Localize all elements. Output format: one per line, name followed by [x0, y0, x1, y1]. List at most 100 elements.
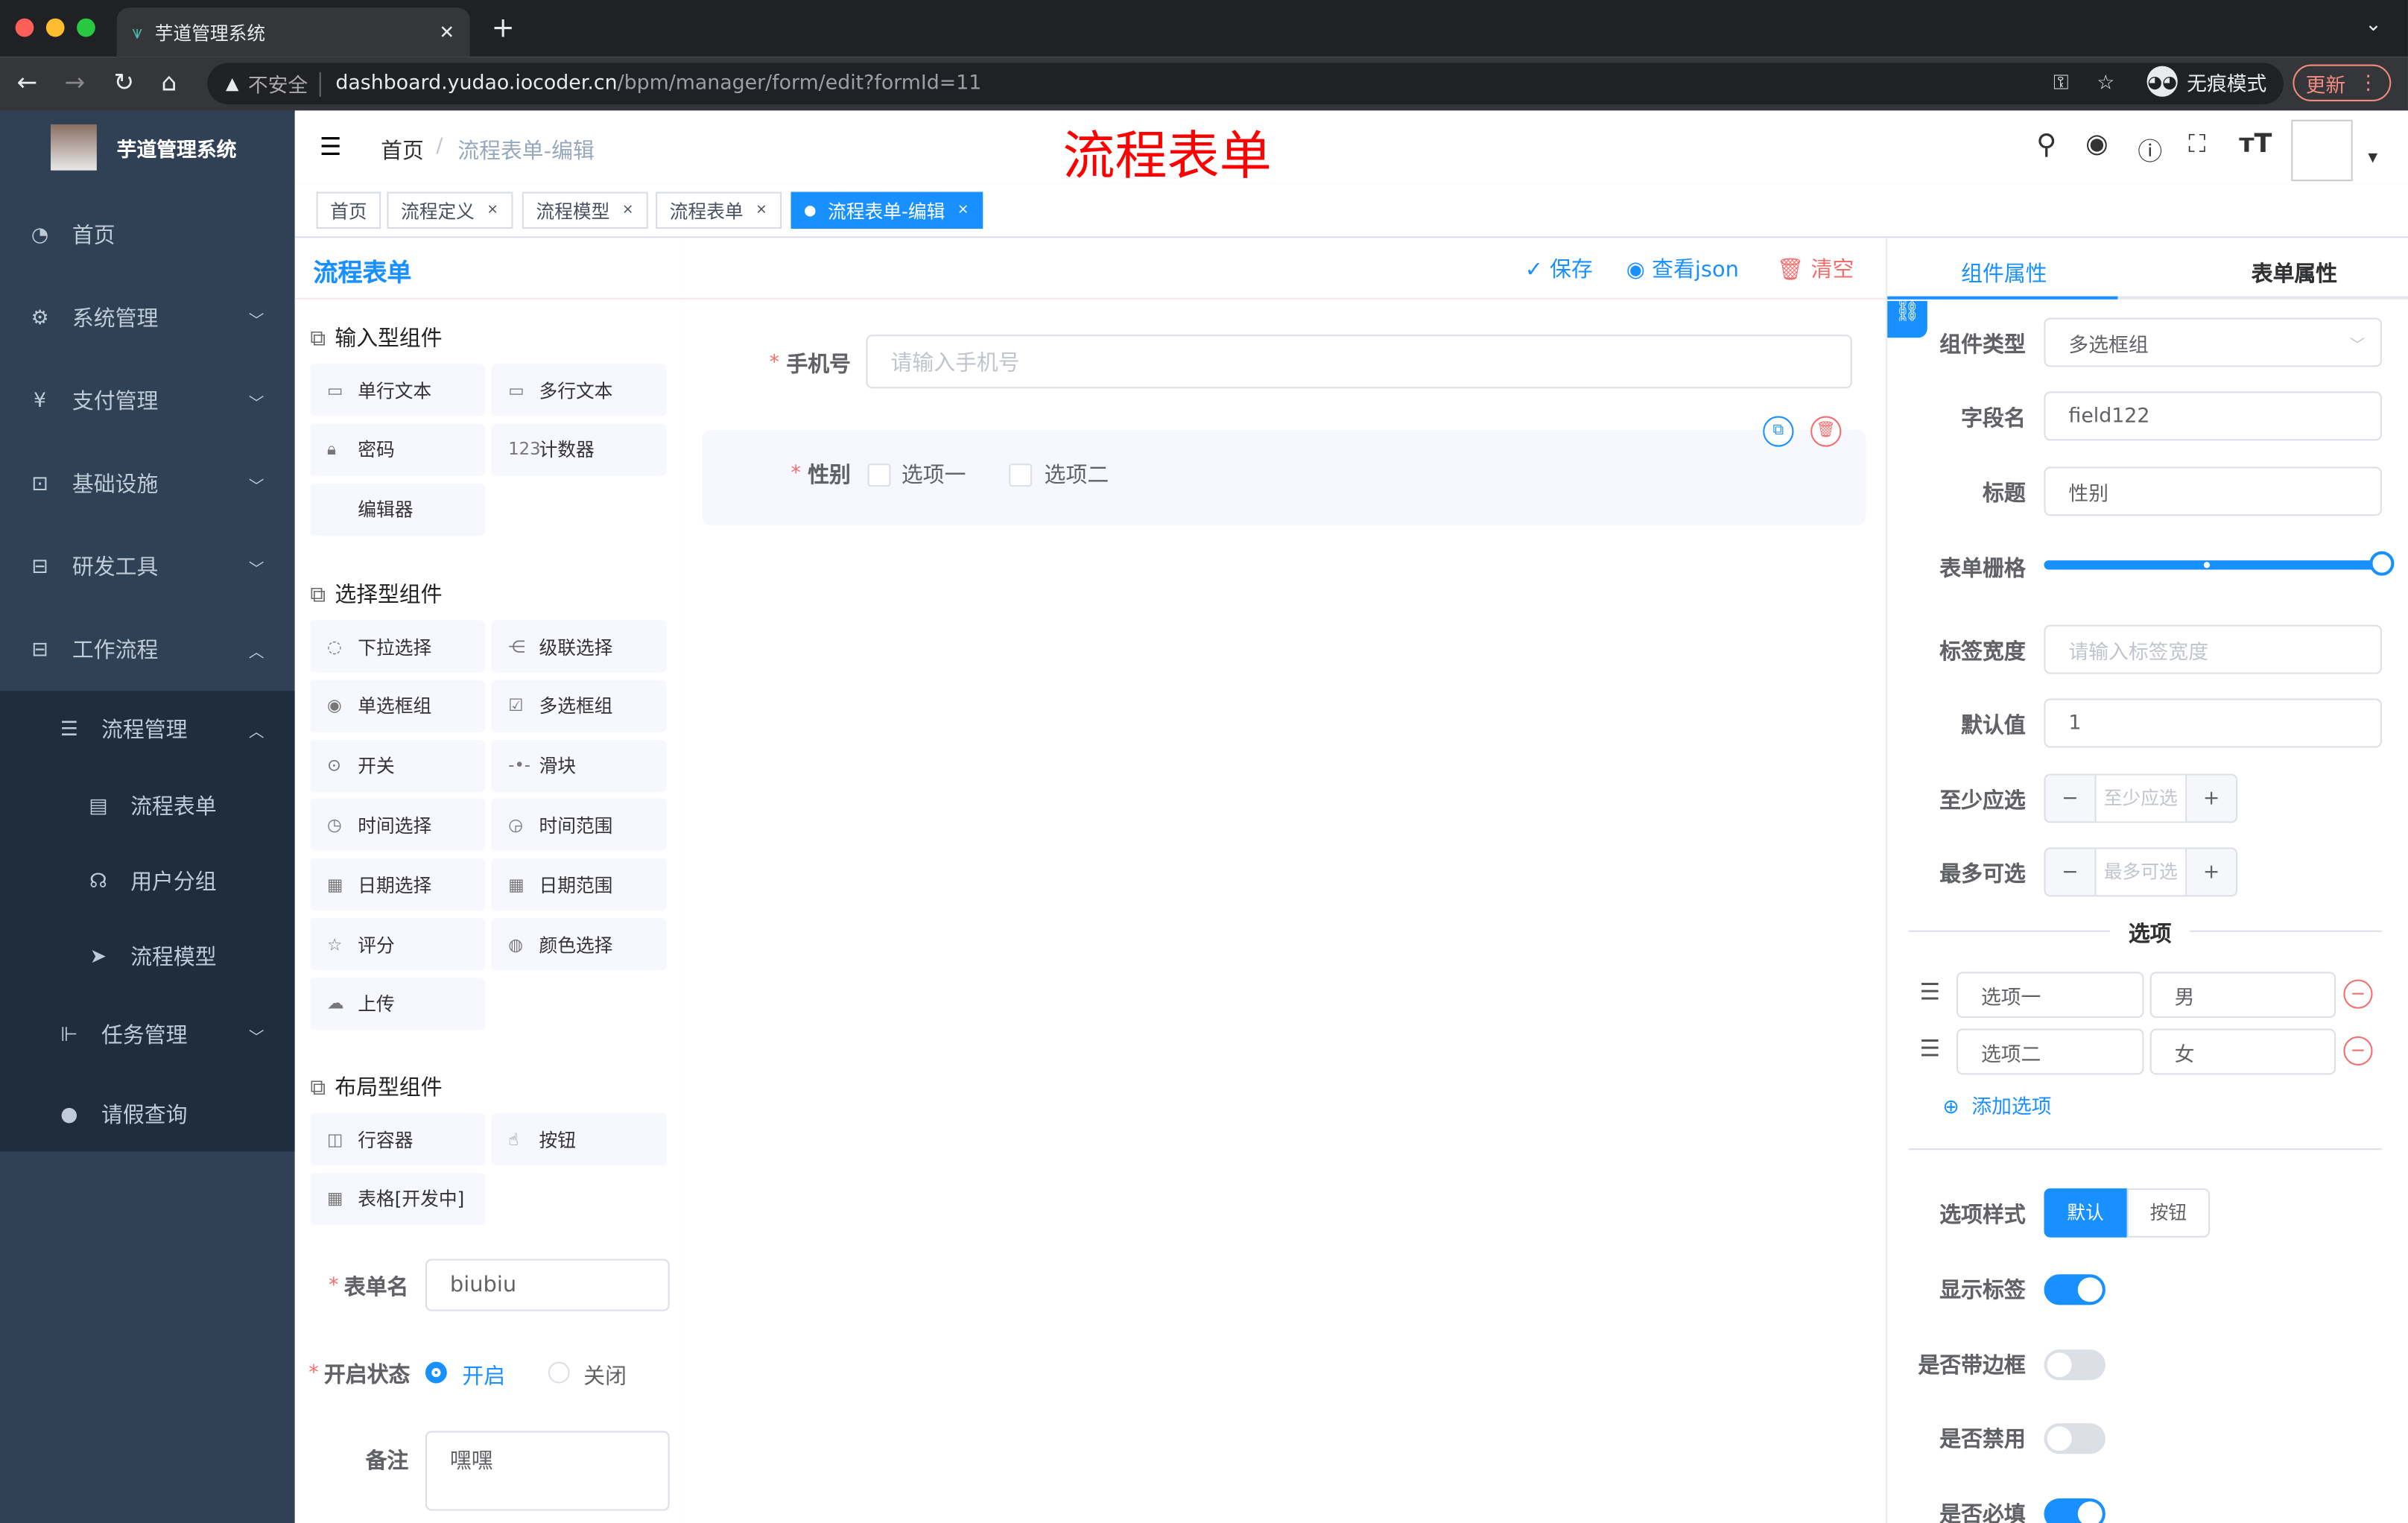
browser-tab[interactable]: ⩛ 芋道管理系统 ✕	[116, 7, 470, 57]
sidebar-item[interactable]: ⊟ 研发工具 ﹀	[0, 525, 295, 608]
tab-component-props[interactable]: 组件属性	[1961, 258, 2047, 288]
prop-input[interactable]: 请输入标签宽度	[2044, 624, 2382, 674]
sidebar-subitem[interactable]: ➤ 流程模型	[0, 918, 295, 995]
component-button[interactable]: ◍ 颜色选择	[491, 918, 667, 971]
style-button-button[interactable]: 按钮	[2126, 1188, 2211, 1238]
copy-field-icon[interactable]: ⧉	[1763, 416, 1794, 447]
status-on-label[interactable]: 开启	[462, 1361, 505, 1391]
reload-icon[interactable]: ↻	[114, 68, 135, 97]
close-tab-icon[interactable]: ✕	[439, 22, 454, 43]
component-button[interactable]: 🔒︎ 密码	[310, 423, 486, 476]
phone-input[interactable]: 请输入手机号	[866, 335, 1852, 389]
font-size-icon[interactable]: ᴛT	[2239, 129, 2272, 159]
component-button[interactable]: ☁ 上传	[310, 978, 486, 1030]
style-default-button[interactable]: 默认	[2044, 1188, 2127, 1238]
status-off-radio[interactable]	[548, 1361, 570, 1384]
key-icon[interactable]: ⚿	[2053, 72, 2068, 95]
component-button[interactable]: 123 计数器	[491, 423, 667, 476]
component-button[interactable]: ☑ 多选框组	[491, 680, 667, 732]
incognito-indicator[interactable]: ◕◕ 无痕模式	[2146, 66, 2266, 97]
form-name-input[interactable]: biubiu	[425, 1258, 670, 1311]
close-tag-icon[interactable]: ×	[957, 203, 969, 218]
option-value-input[interactable]: 男	[2149, 972, 2336, 1019]
sidebar-item[interactable]: ⊡ 基础设施 ﹀	[0, 442, 295, 525]
component-button[interactable]: ☆ 评分	[310, 918, 486, 971]
tag-item[interactable]: 流程定义 ×	[387, 191, 513, 229]
sidebar-subitem[interactable]: ☰ 流程管理 ︿	[0, 691, 295, 767]
component-button[interactable]: ◶ 时间范围	[491, 799, 667, 852]
component-button[interactable]: 编辑器	[310, 483, 486, 536]
home-icon[interactable]: ⌂	[161, 68, 177, 97]
tag-item[interactable]: 流程模型 ×	[522, 191, 647, 229]
component-button[interactable]: -•- 滑块	[491, 739, 667, 792]
grid-span-slider[interactable]	[2044, 551, 2395, 576]
toggle-switch[interactable]	[2044, 1423, 2106, 1454]
sidebar-item[interactable]: ⚙ 系统管理 ﹀	[0, 276, 295, 359]
component-button[interactable]: ☝ 按钮	[491, 1112, 667, 1165]
status-off-label[interactable]: 关闭	[583, 1361, 627, 1391]
remove-option-icon[interactable]: −	[2343, 979, 2373, 1009]
user-avatar[interactable]	[2291, 119, 2353, 182]
close-tag-icon[interactable]: ×	[487, 203, 498, 218]
selected-field-gender[interactable]: * 性别 选项一 选项二	[701, 429, 1866, 525]
number-stepper[interactable]: − 最多可选 +	[2044, 847, 2238, 897]
drag-handle-icon[interactable]: ☰	[1920, 1035, 1941, 1063]
breadcrumb-home[interactable]: 首页	[381, 135, 424, 165]
checkbox-option-2[interactable]	[1009, 463, 1033, 487]
tag-item[interactable]: 流程表单-编辑 ×	[790, 191, 983, 229]
checkbox-option-1[interactable]	[867, 463, 891, 487]
view-json-button[interactable]: ◉ 查看json	[1626, 253, 1739, 284]
slider-handle[interactable]	[2369, 551, 2395, 576]
status-on-radio[interactable]	[425, 1361, 447, 1384]
sidebar-item[interactable]: ⊟ 工作流程 ︿	[0, 608, 295, 691]
component-button[interactable]: ◉ 单选框组	[310, 680, 486, 732]
component-button[interactable]: ◌ 下拉选择	[310, 620, 486, 673]
sidebar-item[interactable]: ◔ 首页	[0, 194, 295, 276]
toggle-switch[interactable]	[2044, 1498, 2106, 1523]
prop-input[interactable]: 性别	[2044, 466, 2382, 516]
sidebar-subitem[interactable]: ▤ 流程表单	[0, 767, 295, 844]
github-icon[interactable]: ◉	[2085, 129, 2108, 159]
plus-icon[interactable]: +	[2187, 787, 2236, 810]
bookmark-star-icon[interactable]: ☆	[2097, 72, 2114, 95]
hamburger-icon[interactable]: ☰	[320, 132, 342, 161]
add-option-button[interactable]: ⊕ 添加选项	[1942, 1090, 2051, 1119]
component-button[interactable]: ▦ 表格[开发中]	[310, 1172, 486, 1225]
option-label-input[interactable]: 选项一	[1956, 972, 2144, 1019]
component-button[interactable]: ◷ 时间选择	[310, 799, 486, 852]
new-tab-button[interactable]: +	[492, 12, 515, 44]
plus-icon[interactable]: +	[2187, 861, 2236, 884]
minus-icon[interactable]: −	[2046, 861, 2095, 884]
component-button[interactable]: ◫ 行容器	[310, 1112, 486, 1165]
close-tag-icon[interactable]: ×	[755, 203, 767, 218]
number-stepper[interactable]: − 至少应选 +	[2044, 773, 2238, 823]
clear-button[interactable]: 🗑︎ 清空	[1777, 253, 1854, 284]
search-icon[interactable]: ⚲	[2036, 129, 2056, 161]
save-button[interactable]: ✓ 保存	[1525, 253, 1593, 284]
fullscreen-icon[interactable]: ⛶	[2188, 129, 2205, 159]
component-type-select[interactable]: 多选框组 ﹀	[2044, 317, 2382, 367]
drag-handle-icon[interactable]: ☰	[1920, 978, 1941, 1006]
caret-down-icon[interactable]: ▼	[2368, 151, 2377, 165]
component-button[interactable]: ▦ 日期选择	[310, 858, 486, 911]
delete-field-icon[interactable]: 🗑︎	[1810, 416, 1842, 447]
sidebar-subitem[interactable]: ● 请假查询	[0, 1076, 295, 1153]
tab-form-props[interactable]: 表单属性	[2252, 258, 2337, 288]
component-button[interactable]: ▭ 单行文本	[310, 364, 486, 417]
sidebar-subitem[interactable]: ⊩ 任务管理 ﹀	[0, 996, 295, 1073]
component-button[interactable]: ⊙ 开关	[310, 739, 486, 792]
url-input[interactable]: ▲ 不安全 dashboard.yudao.iocoder.cn/bpm/man…	[207, 63, 2284, 105]
close-tag-icon[interactable]: ×	[622, 203, 634, 218]
minus-icon[interactable]: −	[2046, 787, 2095, 810]
option-value-input[interactable]: 女	[2149, 1028, 2336, 1075]
option-label-input[interactable]: 选项二	[1956, 1028, 2144, 1075]
tab-menu-chevron-icon[interactable]: ⌄	[2365, 14, 2381, 37]
component-button[interactable]: ⋲ 级联选择	[491, 620, 667, 673]
tag-item[interactable]: 流程表单 ×	[656, 191, 782, 229]
toggle-switch[interactable]	[2044, 1349, 2106, 1380]
tag-item[interactable]: 首页	[316, 191, 381, 229]
forward-icon[interactable]: →	[65, 68, 86, 97]
remark-textarea[interactable]: 嘿嘿	[425, 1431, 670, 1511]
component-button[interactable]: ▭ 多行文本	[491, 364, 667, 417]
sidebar-item[interactable]: ¥ 支付管理 ﹀	[0, 359, 295, 442]
